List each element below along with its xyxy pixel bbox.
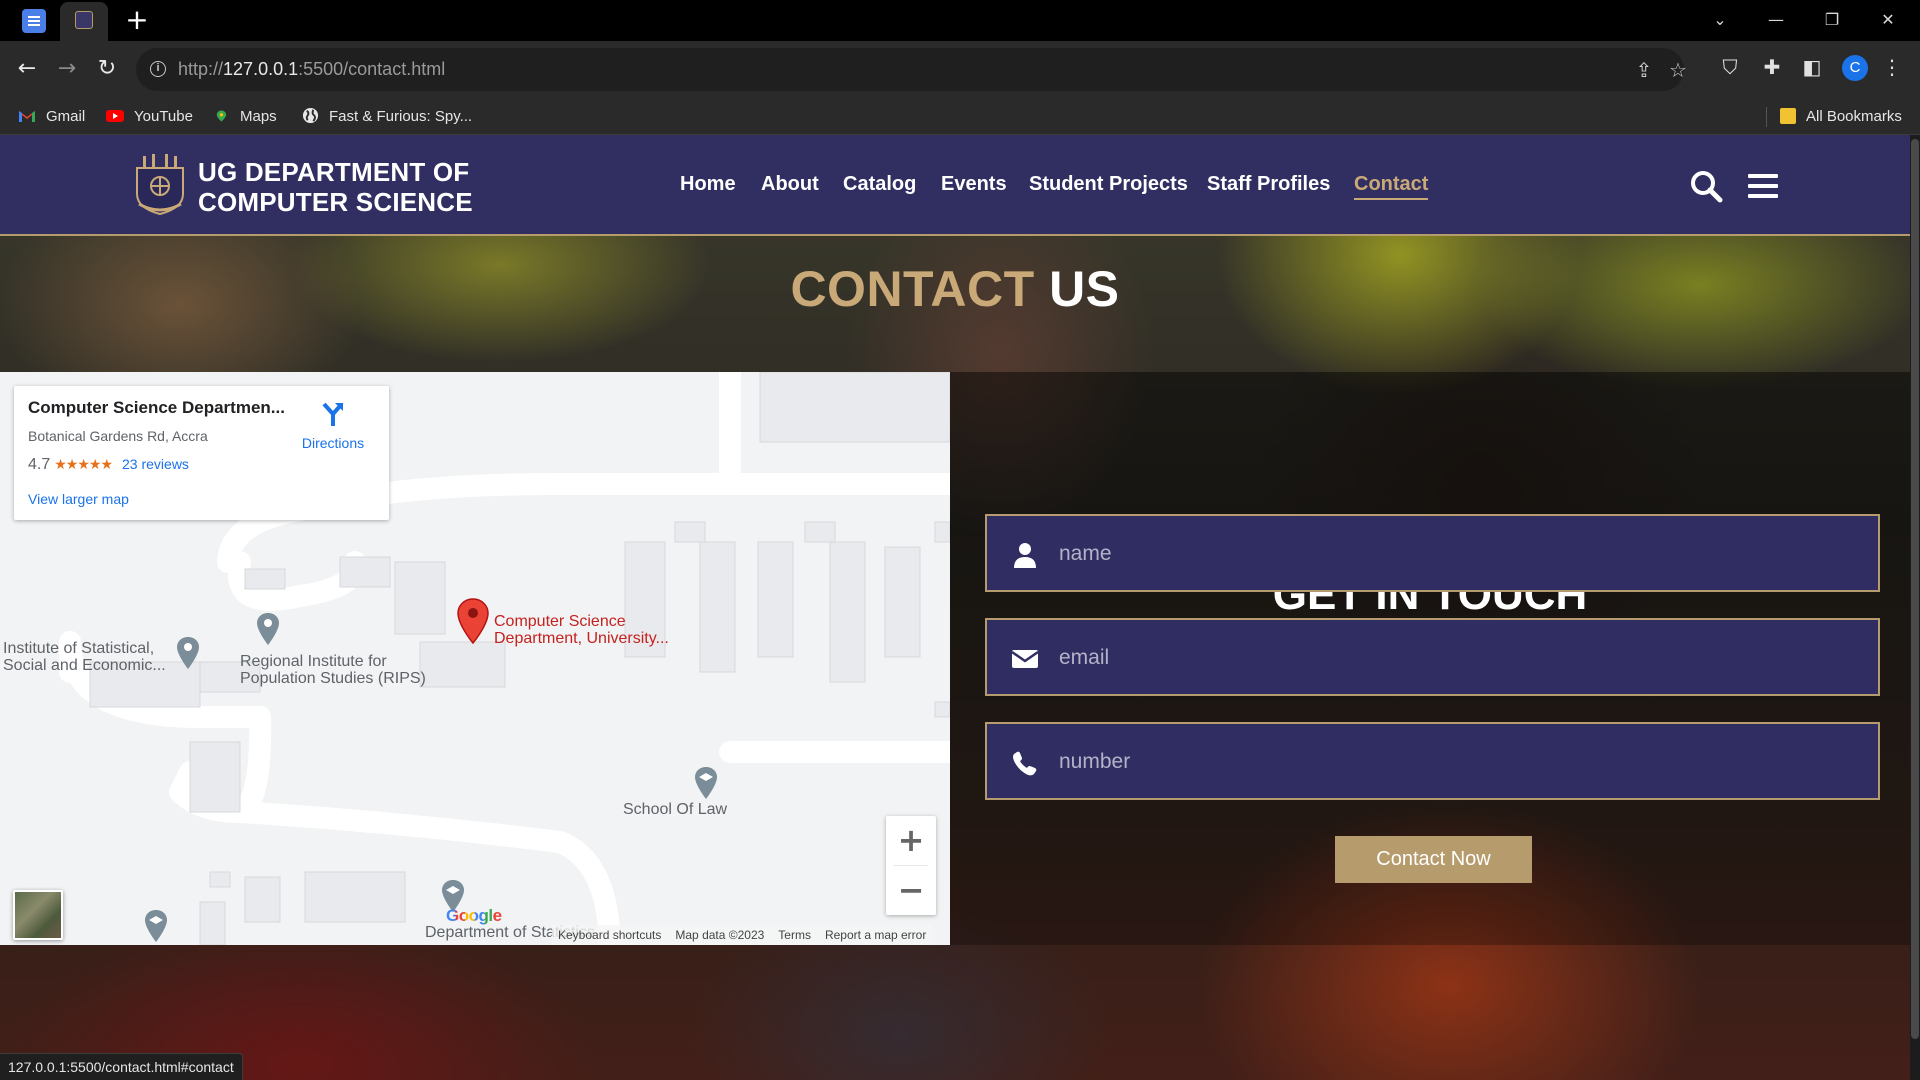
- nav-home[interactable]: Home: [680, 173, 736, 196]
- map-attribution: Keyboard shortcuts Map data ©2023 Terms Rep…: [552, 925, 933, 945]
- address-url[interactable]: http://127.0.0.1:5500/contact.html: [178, 59, 445, 80]
- browser-toolbar: ← → ↻ i http://127.0.0.1:5500/contact.ht…: [0, 41, 1920, 98]
- shield-extension-icon[interactable]: ⛉: [1718, 55, 1742, 79]
- google-logo: Google: [446, 906, 502, 925]
- directions-icon: [322, 402, 343, 426]
- close-window-icon[interactable]: ✕: [1860, 0, 1916, 41]
- nav-staff-profiles[interactable]: Staff Profiles: [1207, 173, 1330, 196]
- nav-contact[interactable]: Contact: [1354, 173, 1429, 200]
- nav-about[interactable]: About: [761, 173, 819, 196]
- address-bar[interactable]: i http://127.0.0.1:5500/contact.html ⇪ ☆: [136, 48, 1687, 91]
- page-title: CONTACT US: [790, 261, 1120, 317]
- name-field-wrapper: [985, 514, 1880, 592]
- forward-arrow-icon[interactable]: →: [52, 54, 82, 84]
- map-place-card: Computer Science Departmen... Botanical …: [14, 386, 389, 520]
- map-place-label[interactable]: School Of Law: [623, 801, 727, 818]
- map-place-pin-icon[interactable]: [176, 636, 200, 670]
- school-pin-icon[interactable]: [144, 909, 168, 943]
- number-field-wrapper: [985, 722, 1880, 800]
- map-place-label[interactable]: Institute of Statistical, Social and Econ…: [3, 640, 166, 674]
- minimize-icon[interactable]: —: [1748, 0, 1804, 41]
- back-arrow-icon[interactable]: ←: [12, 54, 42, 84]
- envelope-icon: [1011, 650, 1039, 668]
- nav-events[interactable]: Events: [941, 173, 1007, 196]
- zoom-in-button[interactable]: +: [886, 816, 936, 865]
- extensions-puzzle-icon[interactable]: ✚: [1760, 55, 1784, 79]
- map-zoom-controls: + −: [886, 816, 936, 915]
- map-place-label[interactable]: Regional Institute for Population Studies…: [240, 653, 426, 687]
- site-info-icon[interactable]: i: [150, 61, 166, 77]
- site-header: UG DEPARTMENT OF COMPUTER SCIENCE Home A…: [0, 135, 1910, 236]
- map-place-pin-icon[interactable]: [256, 612, 280, 646]
- view-larger-map-link[interactable]: View larger map: [28, 491, 129, 507]
- search-icon[interactable]: [1689, 169, 1723, 203]
- bookmarks-divider: [1766, 107, 1767, 127]
- contact-now-button[interactable]: Contact Now: [1335, 836, 1532, 883]
- bookmark-maps[interactable]: Maps: [216, 98, 277, 135]
- active-tab[interactable]: [60, 2, 108, 41]
- profile-avatar[interactable]: C: [1842, 55, 1868, 81]
- zoom-out-button[interactable]: −: [886, 866, 936, 915]
- restore-icon[interactable]: ❐: [1804, 0, 1860, 41]
- map-marker-label[interactable]: Computer Science Department, University..…: [494, 613, 669, 647]
- location-marker-icon[interactable]: [456, 598, 490, 644]
- google-map-embed[interactable]: Computer Science Departmen... Botanical …: [0, 372, 950, 945]
- report-map-error-link[interactable]: Report a map error: [825, 928, 926, 942]
- scrollbar-thumb[interactable]: [1911, 139, 1919, 1039]
- globe-icon: [302, 107, 319, 124]
- email-field-wrapper: [985, 618, 1880, 696]
- terms-link[interactable]: Terms: [778, 928, 811, 942]
- browser-menu-icon[interactable]: ⋮: [1880, 55, 1904, 79]
- phone-icon: [1013, 751, 1037, 776]
- hamburger-menu-icon[interactable]: [1748, 169, 1778, 203]
- map-rating: 4.7 ★★★★★ 23 reviews: [28, 456, 189, 473]
- university-crest-logo[interactable]: [133, 154, 187, 216]
- bookmark-star-icon[interactable]: ☆: [1666, 58, 1690, 82]
- bookmark-youtube[interactable]: YouTube: [106, 98, 193, 135]
- user-icon: [1014, 543, 1036, 568]
- map-reviews-link[interactable]: 23 reviews: [122, 456, 189, 472]
- name-input[interactable]: [1059, 536, 1859, 572]
- side-panel-icon[interactable]: ◧: [1800, 55, 1824, 79]
- nav-catalog[interactable]: Catalog: [843, 173, 916, 196]
- page-scrollbar[interactable]: [1910, 135, 1920, 1080]
- nav-student-projects[interactable]: Student Projects: [1029, 173, 1188, 196]
- site-favicon-icon: [75, 11, 93, 29]
- all-bookmarks-button[interactable]: All Bookmarks: [1780, 98, 1902, 135]
- new-tab-plus-icon[interactable]: +: [122, 6, 152, 36]
- number-input[interactable]: [1059, 744, 1859, 780]
- school-pin-icon[interactable]: [694, 766, 718, 800]
- link-status-bar: 127.0.0.1:5500/contact.html#contact: [0, 1053, 243, 1080]
- email-input[interactable]: [1059, 640, 1859, 676]
- tab-search-chevron-icon[interactable]: ⌄: [1692, 0, 1748, 41]
- reload-icon[interactable]: ↻: [92, 54, 122, 84]
- site-brand[interactable]: UG DEPARTMENT OF COMPUTER SCIENCE: [198, 157, 473, 217]
- share-icon[interactable]: ⇪: [1632, 58, 1656, 82]
- bottom-overlay: [0, 945, 1910, 1080]
- youtube-icon: [106, 110, 124, 122]
- docs-tab-icon[interactable]: [22, 9, 46, 33]
- browser-tab-bar: + ⌄ — ❐ ✕: [0, 0, 1920, 41]
- directions-button[interactable]: Directions: [296, 400, 370, 451]
- folder-icon: [1780, 108, 1796, 124]
- gmail-icon: [19, 111, 35, 122]
- map-place-address: Botanical Gardens Rd, Accra: [28, 428, 208, 444]
- keyboard-shortcuts-link[interactable]: Keyboard shortcuts: [558, 928, 661, 942]
- maps-pin-icon: [216, 110, 227, 122]
- rating-stars-icon: ★★★★★: [54, 456, 113, 472]
- bookmark-gmail[interactable]: Gmail: [18, 98, 85, 135]
- bookmark-fast-furious[interactable]: Fast & Furious: Spy...: [302, 98, 472, 135]
- map-data-text: Map data ©2023: [675, 928, 765, 942]
- website-viewport: UG DEPARTMENT OF COMPUTER SCIENCE Home A…: [0, 135, 1910, 1080]
- map-place-name: Computer Science Departmen...: [28, 398, 285, 417]
- satellite-toggle-thumbnail[interactable]: [13, 890, 63, 940]
- bookmarks-bar: Gmail YouTube Maps Fast & Furious: Spy..…: [0, 98, 1920, 135]
